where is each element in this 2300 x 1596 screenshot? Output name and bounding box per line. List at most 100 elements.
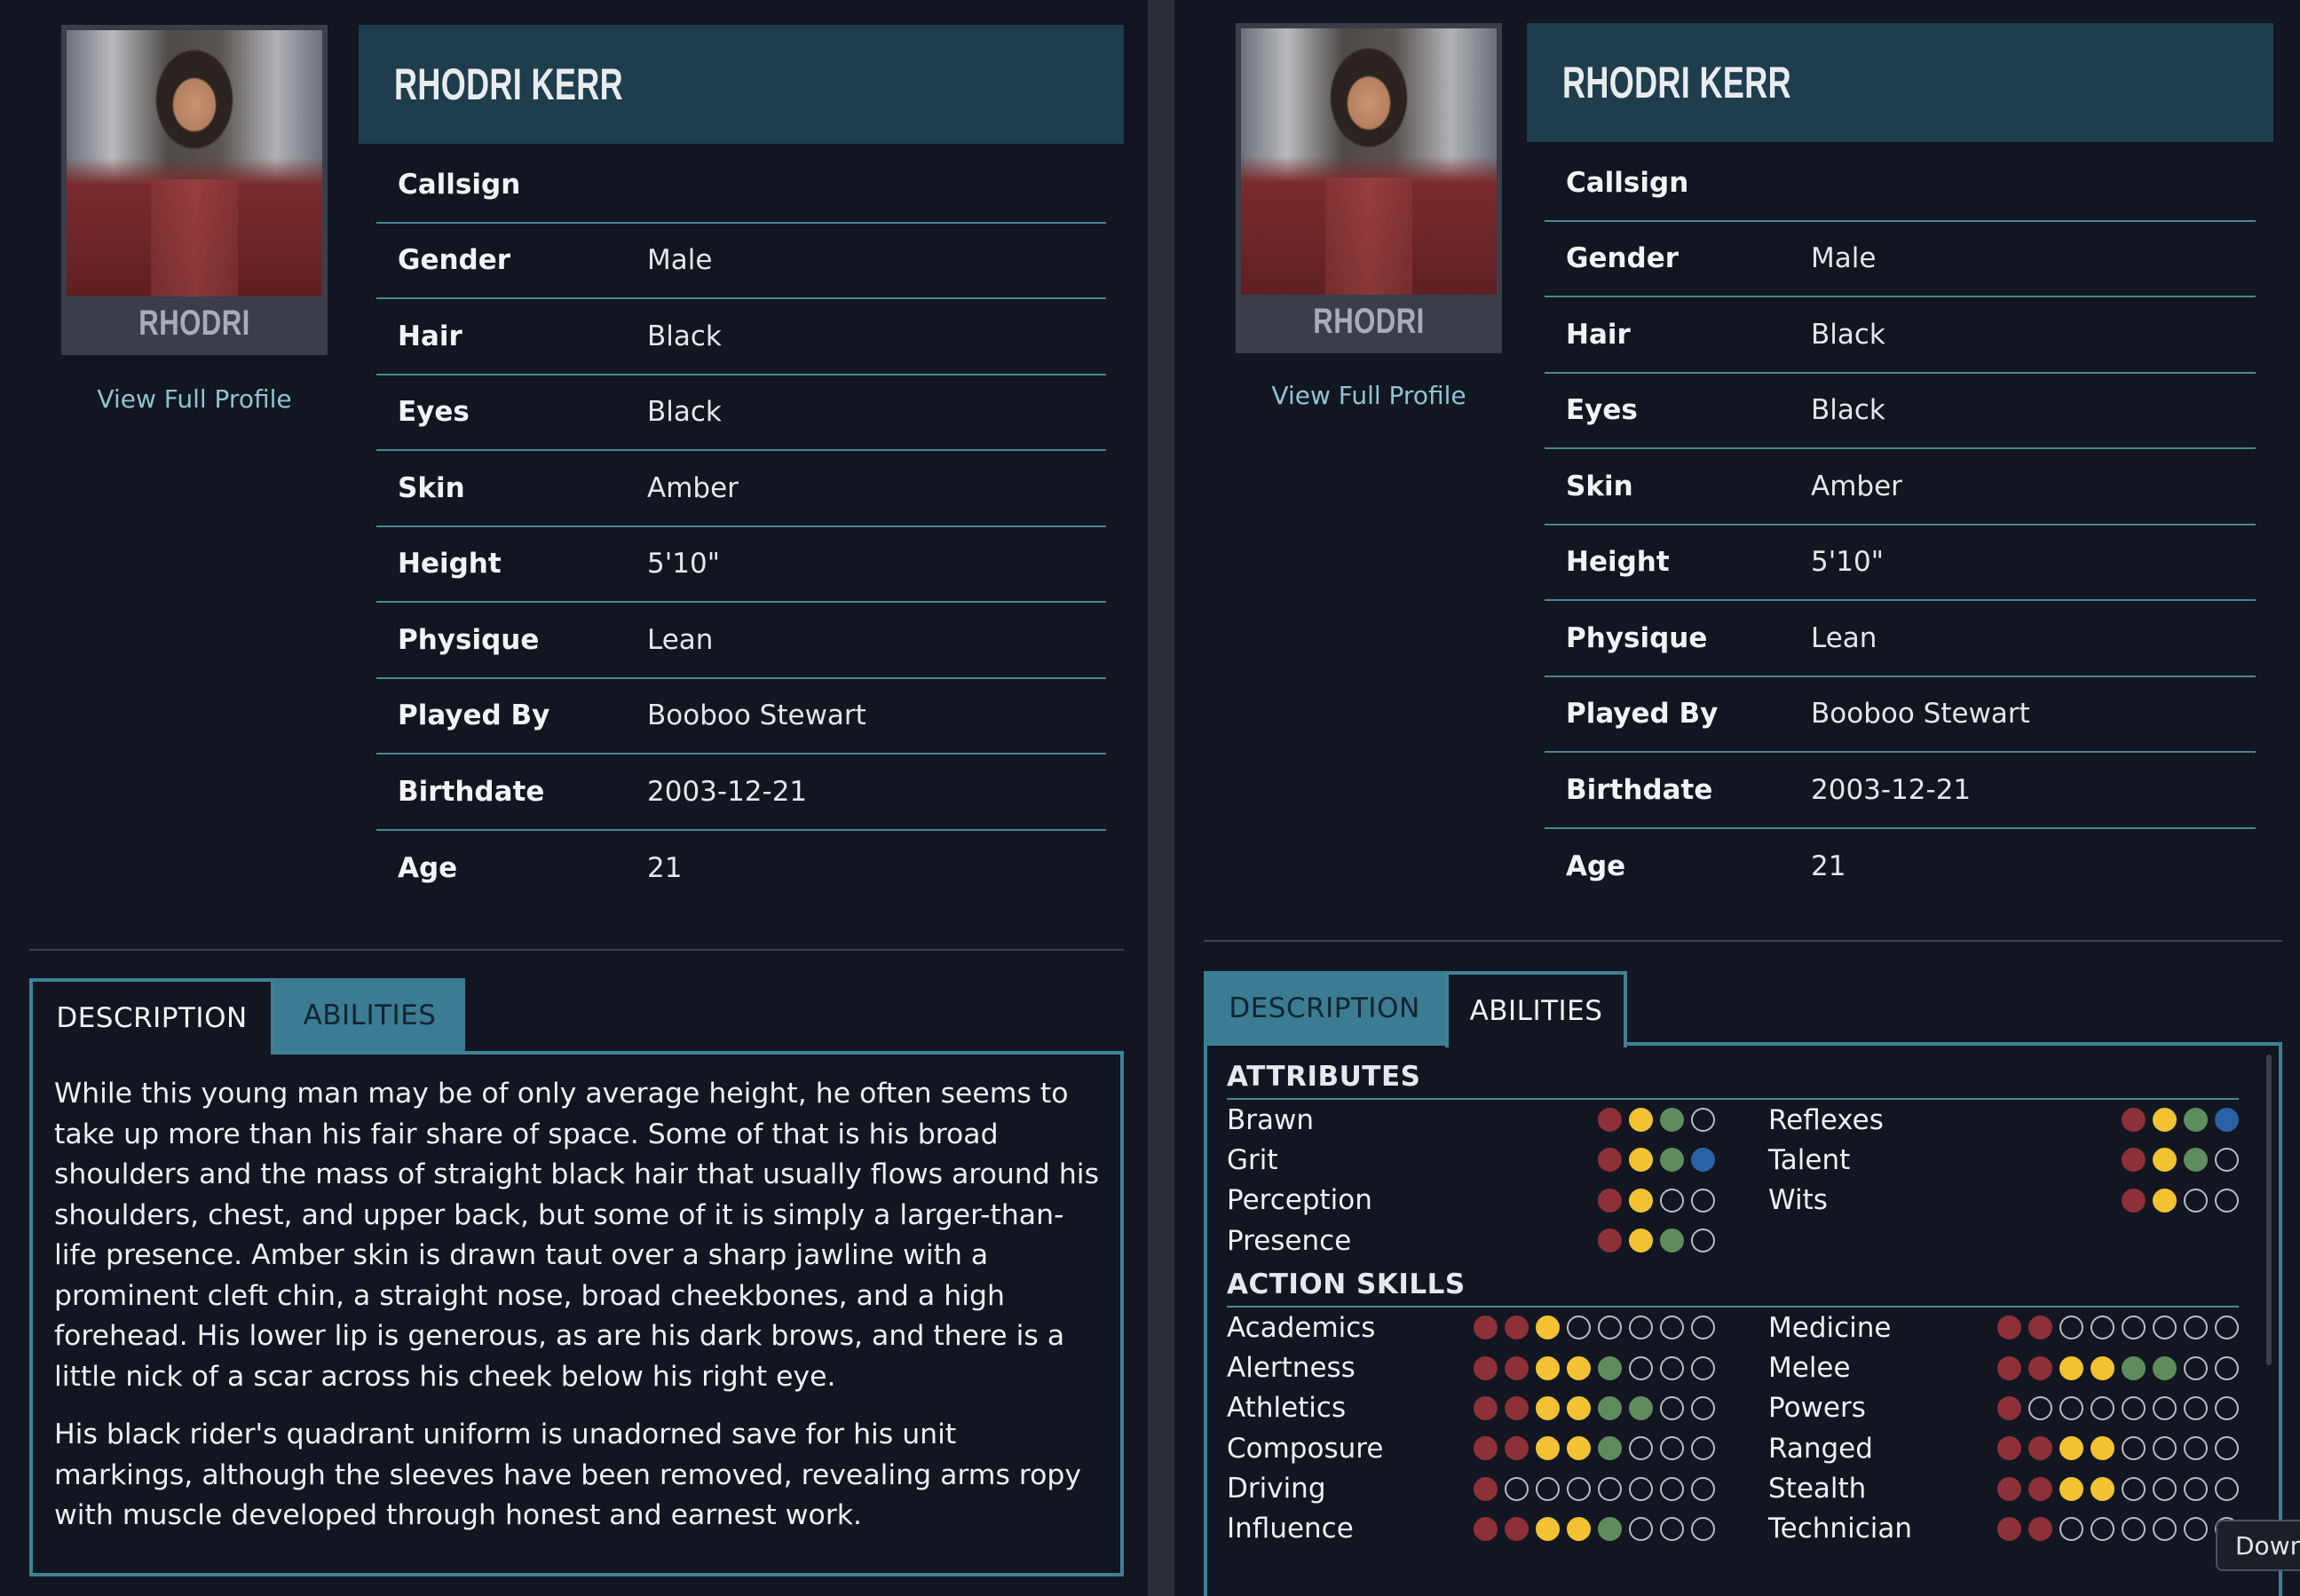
stat-label: Influence: [1227, 1513, 1354, 1545]
rating-dot-green: [2184, 1148, 2208, 1173]
rating-dots: [1474, 1316, 1715, 1340]
description-paragraph: While this young man may be of only aver…: [54, 1078, 1099, 1393]
stat-label: Reflexes: [1768, 1103, 1884, 1136]
rating-dot-red: [1598, 1229, 1622, 1253]
character-portrait[interactable]: RHODRI: [61, 25, 328, 355]
info-label: Skin: [1566, 470, 1633, 502]
info-label: Physique: [1566, 621, 1708, 654]
rating-dot-empty: [1691, 1188, 1715, 1213]
rating-dot-red: [1598, 1108, 1622, 1133]
rating-dot-empty: [2215, 1476, 2239, 1501]
section-divider: [1204, 940, 2282, 942]
tab-abilities[interactable]: ABILITIES: [1445, 971, 1627, 1047]
tab-description[interactable]: DESCRIPTION: [29, 978, 274, 1055]
attributes-heading: ATTRIBUTES: [1227, 1060, 2239, 1100]
info-value: 2003-12-21: [647, 775, 808, 808]
rating-dot-red: [1598, 1188, 1622, 1213]
info-label: Birthdate: [1566, 773, 1713, 806]
stat-row-wits: Wits: [1768, 1181, 2239, 1221]
stat-row-reflexes: Reflexes: [1768, 1100, 2239, 1140]
view-full-profile-link[interactable]: View Full Profile: [61, 384, 328, 414]
info-label: Physique: [398, 623, 540, 656]
rating-dot-red: [1997, 1476, 2021, 1501]
info-value: Amber: [647, 471, 739, 504]
info-table: Callsign Gender Male Hair Black Eyes Black …: [376, 147, 1106, 906]
rating-dot-empty: [1567, 1316, 1591, 1340]
info-row-birthdate: Birthdate 2003-12-21: [1545, 753, 2256, 829]
rating-dot-empty: [1629, 1516, 1653, 1541]
tab-description[interactable]: DESCRIPTION: [1204, 971, 1445, 1046]
info-label: Skin: [398, 471, 465, 504]
attributes-grid: Brawn Reflexes Grit Talent Perception Wits Pre…: [1227, 1100, 2256, 1260]
scrollbar[interactable]: [2266, 1055, 2272, 1365]
stat-row-medicine: Medicine: [1768, 1308, 2239, 1347]
stat-label: Driving: [1227, 1473, 1326, 1505]
rating-dot-empty: [1660, 1516, 1684, 1541]
rating-dot-red: [1997, 1516, 2021, 1541]
stat-label: Presence: [1227, 1224, 1352, 1257]
portrait-photo: [67, 30, 322, 296]
rating-dot-red: [2028, 1436, 2052, 1461]
info-label: Gender: [398, 244, 511, 277]
stat-label: Talent: [1768, 1143, 1851, 1176]
info-row-age: Age 21: [376, 831, 1106, 907]
info-value: 2003-12-21: [1811, 773, 1972, 806]
rating-dot-empty: [2059, 1516, 2083, 1541]
rating-dot-red: [1474, 1316, 1498, 1340]
abilities-panel[interactable]: ATTRIBUTES Brawn Reflexes Grit Talent Percep…: [1204, 1042, 2282, 1596]
action-skills-heading: ACTION SKILLS: [1227, 1268, 2239, 1308]
stat-label: Powers: [1768, 1392, 1866, 1425]
info-label: Age: [1566, 850, 1626, 883]
rating-dot-empty: [2122, 1476, 2146, 1501]
rating-dot-empty: [1598, 1476, 1622, 1501]
info-table: Callsign Gender Male Hair Black Eyes Black …: [1545, 146, 2256, 905]
rating-dot-empty: [2184, 1436, 2208, 1461]
stat-row-presence: Presence: [1227, 1221, 1768, 1260]
rating-dot-empty: [2184, 1476, 2208, 1501]
rating-dots: [1598, 1229, 1715, 1253]
rating-dot-yellow: [1629, 1188, 1653, 1213]
stat-row-academics: Academics: [1227, 1308, 1768, 1347]
info-label: Eyes: [398, 396, 470, 429]
stat-label: Academics: [1227, 1311, 1376, 1344]
rating-dot-empty: [1691, 1476, 1715, 1501]
info-value: Black: [647, 396, 722, 429]
rating-dot-blue: [2215, 1108, 2239, 1133]
rating-dot-empty: [1691, 1316, 1715, 1340]
info-row-callsign: Callsign: [376, 147, 1106, 224]
profile-tabs: DESCRIPTION ABILITIES: [1204, 971, 1627, 1047]
rating-dot-red: [2122, 1108, 2146, 1133]
stat-row-influence: Influence: [1227, 1509, 1768, 1549]
info-value: Booboo Stewart: [1811, 698, 2030, 731]
rating-dot-empty: [2153, 1516, 2177, 1541]
rating-dot-empty: [2122, 1436, 2146, 1461]
info-row-hair: Hair Black: [1545, 297, 2256, 374]
rating-dot-green: [1598, 1395, 1622, 1420]
rating-dots: [1598, 1148, 1715, 1173]
stat-row-athletics: Athletics: [1227, 1388, 1768, 1428]
info-label: Callsign: [1566, 166, 1689, 199]
rating-dot-empty: [2122, 1516, 2146, 1541]
rating-dot-empty: [1691, 1355, 1715, 1380]
character-portrait[interactable]: RHODRI: [1236, 23, 1502, 353]
stat-row-melee: Melee: [1768, 1347, 2239, 1387]
stat-row-composure: Composure: [1227, 1428, 1768, 1468]
rating-dot-yellow: [1536, 1516, 1560, 1541]
rating-dot-empty: [1598, 1316, 1622, 1340]
character-name-header: RHODRI KERR: [1527, 23, 2273, 142]
info-value: Male: [647, 244, 713, 277]
stat-row-powers: Powers: [1768, 1388, 2239, 1428]
rating-dot-empty: [1691, 1395, 1715, 1420]
view-full-profile-link[interactable]: View Full Profile: [1236, 381, 1502, 410]
rating-dot-red: [1997, 1355, 2021, 1380]
info-row-age: Age 21: [1545, 829, 2256, 905]
rating-dots: [1997, 1516, 2239, 1541]
rating-dot-empty: [2091, 1395, 2114, 1420]
tab-abilities[interactable]: ABILITIES: [274, 978, 465, 1053]
download-button[interactable]: Down: [2216, 1520, 2300, 1571]
profile-panel-description: RHODRI View Full Profile RHODRI KERR Cal…: [0, 0, 1148, 1596]
rating-dot-red: [1997, 1395, 2021, 1420]
rating-dot-empty: [1691, 1436, 1715, 1461]
info-row-height: Height 5'10": [1545, 525, 2256, 601]
rating-dot-yellow: [2059, 1355, 2083, 1380]
